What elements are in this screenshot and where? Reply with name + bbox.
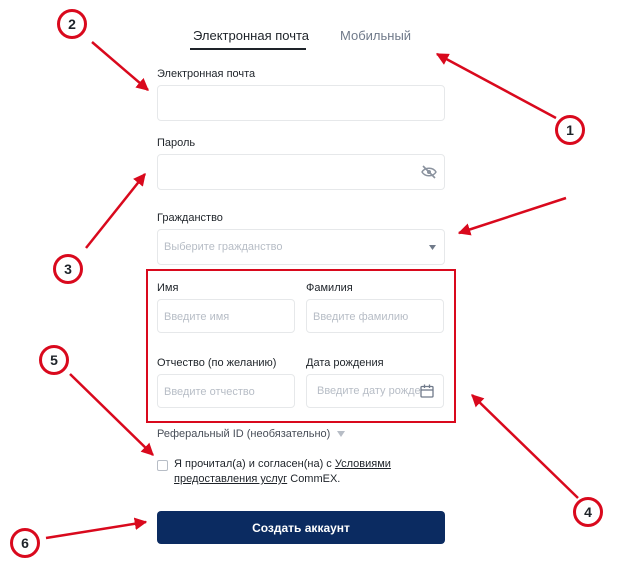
annotation-number-3: 3 xyxy=(53,254,83,284)
annotation-number-4: 4 xyxy=(573,497,603,527)
arrow-3-a xyxy=(85,173,146,249)
arrow-3-b xyxy=(457,196,567,236)
arrow-1 xyxy=(435,52,557,120)
arrow-6 xyxy=(45,517,148,540)
annotation-number-2: 2 xyxy=(57,9,87,39)
arrow-4 xyxy=(471,394,579,499)
annotation-arrows xyxy=(45,41,579,540)
annotation-number-1: 1 xyxy=(555,115,585,145)
annotation-number-6: 6 xyxy=(10,528,40,558)
annotation-number-5: 5 xyxy=(39,345,69,375)
arrow-2 xyxy=(91,41,149,91)
arrow-5 xyxy=(69,373,154,456)
